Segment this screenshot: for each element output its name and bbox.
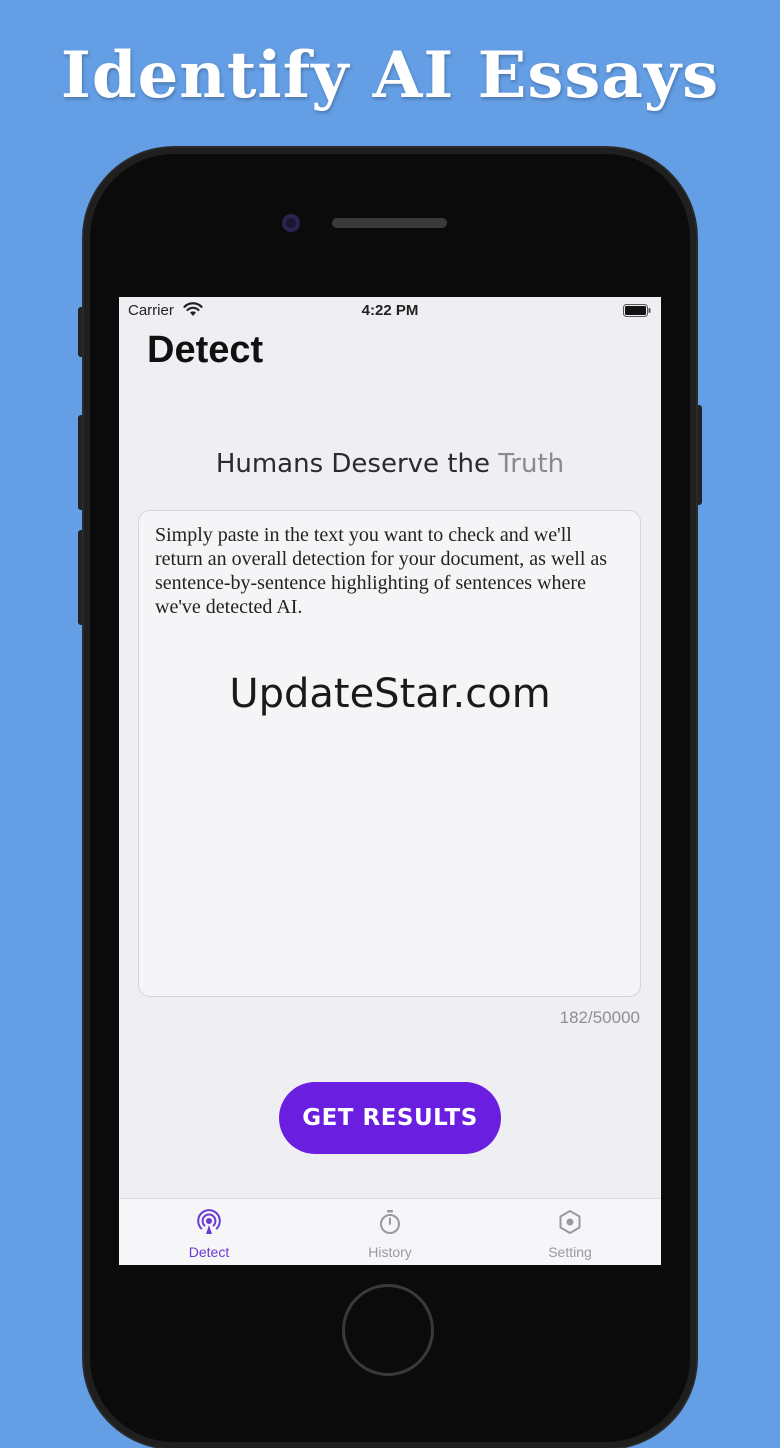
stopwatch-icon [380,1210,400,1234]
banner-title: Identify AI Essays [60,38,720,113]
earpiece-speaker [332,218,447,228]
tagline-accent: Truth [498,449,565,479]
status-bar: Carrier 4:22 PM [119,297,661,325]
tab-detect[interactable]: Detect [119,1199,299,1265]
tab-bar: Detect History Setting [119,1198,661,1265]
page-title: Detect [147,329,264,371]
battery-icon [623,304,651,317]
watermark: UpdateStar.com [229,671,551,717]
front-camera [282,214,300,232]
radar-icon [197,1209,221,1234]
home-button [342,1284,434,1376]
tab-history[interactable]: History [300,1199,480,1265]
tab-label: History [368,1244,412,1260]
tab-setting[interactable]: Setting [480,1199,660,1265]
tab-label: Setting [548,1244,592,1260]
tab-label: Detect [188,1244,230,1260]
essay-text-input[interactable]: Simply paste in the text you want to che… [138,510,641,997]
hexagon-gear-icon [559,1210,581,1234]
get-results-button[interactable]: GET RESULTS [279,1082,501,1154]
tagline: Humans Deserve the Truth [119,449,661,479]
status-time: 4:22 PM [361,302,419,319]
tagline-main: Humans Deserve the [215,449,499,479]
power-button [696,405,702,505]
app-screen: Carrier 4:22 PM Detect Humans Deserve th… [119,297,661,1265]
character-count: 182/50000 [559,1008,640,1027]
